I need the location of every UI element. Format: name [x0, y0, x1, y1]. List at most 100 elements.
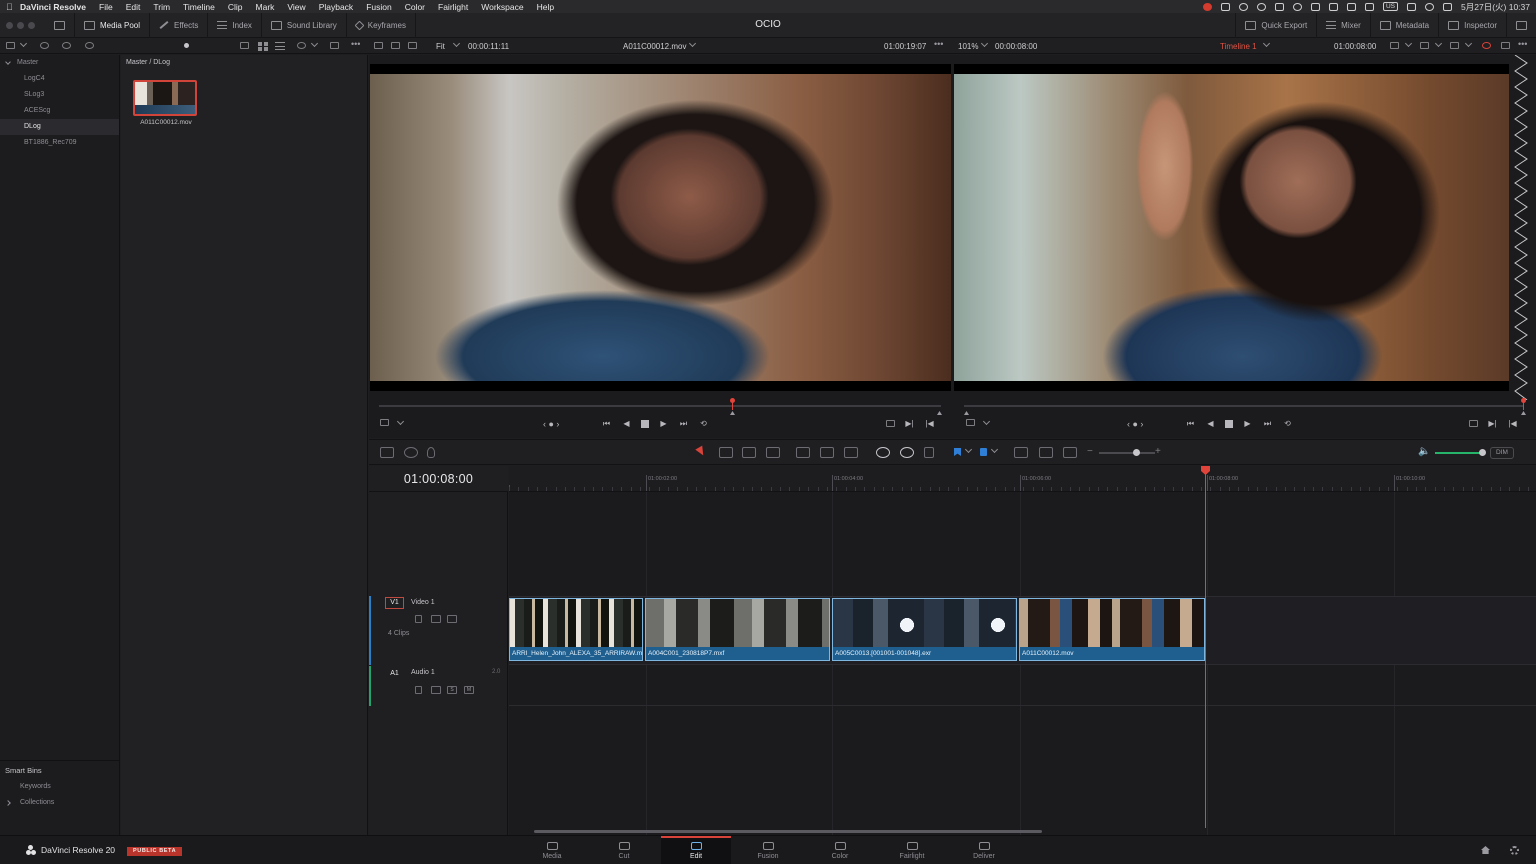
stop-icon[interactable] — [641, 419, 649, 428]
timeline-viewer-playhead[interactable] — [1521, 398, 1526, 410]
timeline-match-frame-icon[interactable] — [1469, 420, 1478, 427]
list-view-icon[interactable] — [275, 42, 285, 50]
timeline-stop-icon[interactable] — [1225, 419, 1233, 428]
panel-expand-button[interactable] — [1506, 12, 1536, 38]
cinema-viewer-icon[interactable] — [408, 42, 417, 49]
timeline-options-icon[interactable] — [966, 419, 975, 426]
zoom-window-button[interactable] — [28, 21, 35, 29]
viewer-mode-icon[interactable] — [1501, 42, 1510, 49]
source-jog[interactable]: ‹ ● › — [543, 419, 559, 429]
jump-start-icon[interactable]: ⏮ — [601, 419, 612, 428]
menu-view[interactable]: View — [287, 2, 305, 12]
dual-viewer-icon[interactable] — [391, 42, 400, 49]
apple-icon[interactable]:  — [6, 2, 20, 12]
viewer-options-icon[interactable] — [380, 419, 389, 426]
sort-icon[interactable] — [330, 42, 339, 49]
timeline-zoom-slider[interactable] — [1099, 452, 1155, 454]
menu-fusion[interactable]: Fusion — [366, 2, 392, 12]
bin-slog3[interactable]: SLog3 — [0, 87, 119, 103]
trim-tool-icon[interactable] — [719, 447, 733, 458]
media-pool-clip-thumbnail[interactable] — [133, 80, 197, 116]
flag-chevron-icon[interactable] — [964, 445, 973, 454]
wifi-off-icon[interactable] — [1364, 2, 1374, 11]
media-pool-clip-name[interactable]: A011C00012.mov — [126, 119, 206, 126]
audio-track-lane[interactable] — [509, 666, 1536, 706]
smart-bin-icon[interactable] — [62, 42, 71, 49]
metadata-button[interactable]: Metadata — [1369, 12, 1438, 38]
master-volume-slider[interactable] — [1435, 452, 1483, 454]
sidebar-toggle-icon[interactable] — [6, 42, 15, 49]
audio-track-name[interactable]: Audio 1 — [411, 669, 435, 676]
voiceover-mic-icon[interactable] — [427, 447, 435, 458]
play-reverse-icon[interactable]: ◀ — [621, 419, 632, 428]
smart-bin-collections[interactable]: Collections — [0, 795, 120, 811]
bypass-icon[interactable] — [1482, 42, 1491, 49]
timeline-play-icon[interactable]: ▶ — [1242, 419, 1253, 428]
timeline-scrubber[interactable] — [964, 398, 1526, 415]
timeline-view-options-icon[interactable] — [380, 447, 394, 458]
menu-mark[interactable]: Mark — [256, 2, 275, 12]
menu-playback[interactable]: Playback — [319, 2, 354, 12]
source-playhead[interactable] — [730, 398, 735, 410]
display-mirror-icon[interactable] — [1407, 2, 1417, 11]
keyframes-button[interactable]: Keyframes — [347, 12, 416, 38]
timeline-horizontal-scrollbar[interactable] — [534, 830, 1042, 833]
replace-clip-icon[interactable] — [844, 447, 858, 458]
safe-area-chevron-icon[interactable] — [1434, 39, 1443, 48]
source-scrubber[interactable] — [379, 398, 942, 415]
timeline-timecode-display[interactable]: 01:00:08:00 — [369, 466, 508, 492]
menu-clip[interactable]: Clip — [228, 2, 243, 12]
dynamic-trim-icon[interactable] — [742, 447, 756, 458]
loop-icon[interactable]: ⟲ — [698, 419, 709, 428]
record-icon[interactable] — [1256, 2, 1266, 11]
source-viewer[interactable] — [370, 64, 951, 391]
zoom-chevron-down-icon[interactable] — [980, 39, 989, 48]
page-tab-cut[interactable]: Cut — [589, 836, 659, 864]
fit-zoom-select[interactable]: Fit — [436, 42, 445, 51]
power-bin-icon[interactable] — [85, 42, 94, 49]
jog-control-icon[interactable]: ‹ ● › — [543, 419, 559, 429]
bin-logc4[interactable]: LogC4 — [0, 71, 119, 87]
timeline-zoom-select[interactable]: 101% — [958, 42, 978, 51]
effects-button[interactable]: Effects — [150, 12, 209, 38]
search-icon[interactable] — [297, 42, 306, 49]
timeline-jog-icon[interactable]: ‹ ● › — [1127, 419, 1143, 429]
flag-icon[interactable] — [954, 448, 961, 456]
timeline-clip[interactable]: ARRI_Helen_John_ALEXA_35_ARRIRAW.mxf — [509, 598, 643, 661]
menu-app-name[interactable]: DaVinci Resolve — [20, 2, 86, 12]
close-window-button[interactable] — [6, 21, 13, 29]
video-track-name[interactable]: Video 1 — [411, 599, 435, 606]
timeline-mark-in-icon[interactable]: ▶| — [1487, 419, 1498, 428]
viewer-more-icon[interactable]: ••• — [1518, 39, 1527, 49]
timeline-tracks[interactable]: ARRI_Helen_John_ALEXA_35_ARRIRAW.mxf A00… — [509, 492, 1536, 835]
home-icon[interactable] — [1481, 846, 1490, 854]
custom-zoom-icon[interactable] — [1063, 447, 1077, 458]
insert-clip-icon[interactable] — [796, 447, 810, 458]
timeline-name[interactable]: Timeline 1 — [1220, 42, 1257, 51]
inspector-button[interactable]: Inspector — [1438, 12, 1506, 38]
creative-cloud-icon[interactable] — [1202, 2, 1212, 11]
menu-help[interactable]: Help — [537, 2, 554, 12]
timeline-play-reverse-icon[interactable]: ◀ — [1205, 419, 1216, 428]
audio-track-lock-icon[interactable] — [415, 686, 422, 694]
overwrite-clip-icon[interactable] — [820, 447, 834, 458]
mark-in-icon[interactable]: ▶| — [904, 419, 915, 428]
layout-toggle-button[interactable] — [45, 12, 75, 38]
zoom-out-icon[interactable]: − — [1087, 446, 1093, 457]
thumbnail-size-slider[interactable] — [184, 43, 189, 48]
fit-chevron-down-icon[interactable] — [452, 39, 461, 48]
page-tab-color[interactable]: Color — [805, 836, 875, 864]
menu-timeline[interactable]: Timeline — [183, 2, 215, 12]
audio-solo-button[interactable]: S — [447, 686, 457, 694]
dim-button[interactable]: DIM — [1490, 447, 1514, 459]
play-icon[interactable]: ▶ — [658, 419, 669, 428]
v1-destination-button[interactable]: V1 — [385, 597, 404, 609]
menu-fairlight[interactable]: Fairlight — [438, 2, 468, 12]
detail-zoom-icon[interactable] — [1039, 447, 1053, 458]
menu-edit[interactable]: Edit — [126, 2, 141, 12]
video-track-auto-select-icon[interactable] — [431, 615, 441, 623]
video-track-lock-icon[interactable] — [415, 615, 422, 623]
audio-track-auto-select-icon[interactable] — [431, 686, 441, 694]
bin-bt1886-rec709[interactable]: BT1886_Rec709 — [0, 135, 119, 151]
timeline-mark-out-icon[interactable]: |◀ — [1507, 419, 1518, 428]
